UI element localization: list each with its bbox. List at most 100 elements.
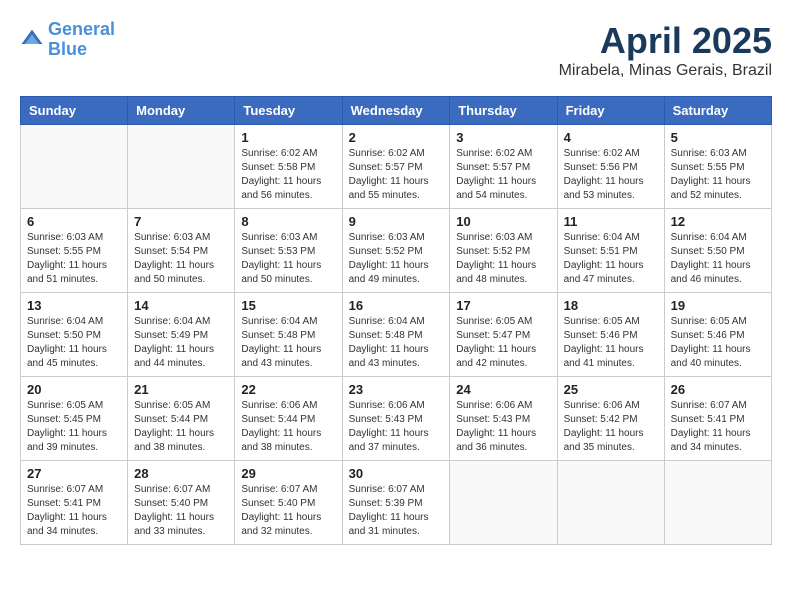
day-number: 15 [241, 298, 335, 313]
calendar: SundayMondayTuesdayWednesdayThursdayFrid… [20, 96, 772, 545]
title-section: April 2025 Mirabela, Minas Gerais, Brazi… [559, 20, 772, 80]
day-number: 2 [349, 130, 444, 145]
calendar-cell: 27 Sunrise: 6:07 AMSunset: 5:41 PMDayligh… [21, 461, 128, 545]
day-detail: Sunrise: 6:03 AMSunset: 5:54 PMDaylight:… [134, 231, 228, 287]
day-number: 17 [456, 298, 550, 313]
day-number: 25 [564, 382, 658, 397]
day-number: 6 [27, 214, 121, 229]
day-detail: Sunrise: 6:04 AMSunset: 5:48 PMDaylight:… [349, 315, 444, 371]
calendar-cell: 18 Sunrise: 6:05 AMSunset: 5:46 PMDayligh… [557, 293, 664, 377]
calendar-cell: 26Sunrise: 6:07 AMSunset: 5:41 PMDayligh… [664, 377, 771, 461]
day-header-monday: Monday [128, 97, 235, 125]
day-detail: Sunrise: 6:02 AMSunset: 5:57 PMDaylight:… [456, 147, 550, 203]
day-detail: Sunrise: 6:07 AMSunset: 5:41 PMDaylight:… [27, 483, 121, 539]
calendar-cell: 2 Sunrise: 6:02 AMSunset: 5:57 PMDaylight… [342, 125, 450, 209]
day-detail: Sunrise: 6:02 AMSunset: 5:57 PMDaylight:… [349, 147, 444, 203]
calendar-week-row: 20 Sunrise: 6:05 AMSunset: 5:45 PMDayligh… [21, 377, 772, 461]
day-detail: Sunrise: 6:04 AMSunset: 5:51 PMDaylight:… [564, 231, 658, 287]
calendar-cell [21, 125, 128, 209]
calendar-cell: 17 Sunrise: 6:05 AMSunset: 5:47 PMDayligh… [450, 293, 557, 377]
calendar-cell: 28 Sunrise: 6:07 AMSunset: 5:40 PMDayligh… [128, 461, 235, 545]
day-detail: Sunrise: 6:03 AMSunset: 5:52 PMDaylight:… [349, 231, 444, 287]
calendar-cell: 6 Sunrise: 6:03 AMSunset: 5:55 PMDaylight… [21, 209, 128, 293]
day-number: 22 [241, 382, 335, 397]
day-detail: Sunrise: 6:05 AMSunset: 5:47 PMDaylight:… [456, 315, 550, 371]
calendar-cell: 19Sunrise: 6:05 AMSunset: 5:46 PMDayligh… [664, 293, 771, 377]
calendar-cell: 20 Sunrise: 6:05 AMSunset: 5:45 PMDayligh… [21, 377, 128, 461]
logo-text: General Blue [48, 20, 115, 60]
day-number: 11 [564, 214, 658, 229]
day-detail: Sunrise: 6:07 AMSunset: 5:40 PMDaylight:… [241, 483, 335, 539]
day-detail: Sunrise: 6:06 AMSunset: 5:42 PMDaylight:… [564, 399, 658, 455]
day-detail: Sunrise: 6:05 AMSunset: 5:46 PMDaylight:… [564, 315, 658, 371]
subtitle: Mirabela, Minas Gerais, Brazil [559, 62, 772, 80]
day-detail: Sunrise: 6:03 AMSunset: 5:55 PMDaylight:… [27, 231, 121, 287]
day-detail: Sunrise: 6:06 AMSunset: 5:44 PMDaylight:… [241, 399, 335, 455]
day-detail: Sunrise: 6:03 AMSunset: 5:55 PMDaylight:… [671, 147, 765, 203]
day-number: 21 [134, 382, 228, 397]
day-detail: Sunrise: 6:04 AMSunset: 5:49 PMDaylight:… [134, 315, 228, 371]
calendar-cell [557, 461, 664, 545]
day-header-tuesday: Tuesday [235, 97, 342, 125]
calendar-cell: 29 Sunrise: 6:07 AMSunset: 5:40 PMDayligh… [235, 461, 342, 545]
calendar-cell [664, 461, 771, 545]
day-detail: Sunrise: 6:07 AMSunset: 5:40 PMDaylight:… [134, 483, 228, 539]
calendar-cell: 3 Sunrise: 6:02 AMSunset: 5:57 PMDaylight… [450, 125, 557, 209]
day-number: 4 [564, 130, 658, 145]
day-detail: Sunrise: 6:05 AMSunset: 5:45 PMDaylight:… [27, 399, 121, 455]
main-title: April 2025 [559, 20, 772, 62]
day-number: 20 [27, 382, 121, 397]
calendar-cell: 15Sunrise: 6:04 AMSunset: 5:48 PMDayligh… [235, 293, 342, 377]
calendar-week-row: 6 Sunrise: 6:03 AMSunset: 5:55 PMDaylight… [21, 209, 772, 293]
calendar-cell: 1Sunrise: 6:02 AMSunset: 5:58 PMDaylight… [235, 125, 342, 209]
day-header-wednesday: Wednesday [342, 97, 450, 125]
calendar-cell: 24 Sunrise: 6:06 AMSunset: 5:43 PMDayligh… [450, 377, 557, 461]
calendar-week-row: 13Sunrise: 6:04 AMSunset: 5:50 PMDayligh… [21, 293, 772, 377]
calendar-cell: 16 Sunrise: 6:04 AMSunset: 5:48 PMDayligh… [342, 293, 450, 377]
calendar-cell: 13Sunrise: 6:04 AMSunset: 5:50 PMDayligh… [21, 293, 128, 377]
calendar-cell: 8Sunrise: 6:03 AMSunset: 5:53 PMDaylight… [235, 209, 342, 293]
day-detail: Sunrise: 6:06 AMSunset: 5:43 PMDaylight:… [349, 399, 444, 455]
calendar-header-row: SundayMondayTuesdayWednesdayThursdayFrid… [21, 97, 772, 125]
day-number: 8 [241, 214, 335, 229]
header: General Blue April 2025 Mirabela, Minas … [20, 20, 772, 80]
day-detail: Sunrise: 6:06 AMSunset: 5:43 PMDaylight:… [456, 399, 550, 455]
day-number: 14 [134, 298, 228, 313]
day-number: 10 [456, 214, 550, 229]
day-detail: Sunrise: 6:04 AMSunset: 5:50 PMDaylight:… [671, 231, 765, 287]
calendar-cell: 12 Sunrise: 6:04 AMSunset: 5:50 PMDayligh… [664, 209, 771, 293]
calendar-cell: 30 Sunrise: 6:07 AMSunset: 5:39 PMDayligh… [342, 461, 450, 545]
day-detail: Sunrise: 6:07 AMSunset: 5:39 PMDaylight:… [349, 483, 444, 539]
calendar-cell: 22 Sunrise: 6:06 AMSunset: 5:44 PMDayligh… [235, 377, 342, 461]
day-number: 9 [349, 214, 444, 229]
day-number: 16 [349, 298, 444, 313]
calendar-cell: 14 Sunrise: 6:04 AMSunset: 5:49 PMDayligh… [128, 293, 235, 377]
day-header-friday: Friday [557, 97, 664, 125]
day-number: 30 [349, 466, 444, 481]
day-number: 7 [134, 214, 228, 229]
calendar-cell: 11 Sunrise: 6:04 AMSunset: 5:51 PMDayligh… [557, 209, 664, 293]
day-number: 24 [456, 382, 550, 397]
day-number: 23 [349, 382, 444, 397]
calendar-cell: 10 Sunrise: 6:03 AMSunset: 5:52 PMDayligh… [450, 209, 557, 293]
day-number: 29 [241, 466, 335, 481]
calendar-cell: 5Sunrise: 6:03 AMSunset: 5:55 PMDaylight… [664, 125, 771, 209]
calendar-cell: 7 Sunrise: 6:03 AMSunset: 5:54 PMDaylight… [128, 209, 235, 293]
day-number: 28 [134, 466, 228, 481]
day-detail: Sunrise: 6:02 AMSunset: 5:56 PMDaylight:… [564, 147, 658, 203]
day-detail: Sunrise: 6:07 AMSunset: 5:41 PMDaylight:… [671, 399, 765, 455]
day-detail: Sunrise: 6:03 AMSunset: 5:52 PMDaylight:… [456, 231, 550, 287]
calendar-cell: 9 Sunrise: 6:03 AMSunset: 5:52 PMDaylight… [342, 209, 450, 293]
day-number: 27 [27, 466, 121, 481]
day-header-sunday: Sunday [21, 97, 128, 125]
day-number: 19 [671, 298, 765, 313]
day-number: 12 [671, 214, 765, 229]
day-number: 18 [564, 298, 658, 313]
day-detail: Sunrise: 6:05 AMSunset: 5:44 PMDaylight:… [134, 399, 228, 455]
day-number: 1 [241, 130, 335, 145]
calendar-week-row: 1Sunrise: 6:02 AMSunset: 5:58 PMDaylight… [21, 125, 772, 209]
day-header-thursday: Thursday [450, 97, 557, 125]
day-number: 3 [456, 130, 550, 145]
day-detail: Sunrise: 6:04 AMSunset: 5:50 PMDaylight:… [27, 315, 121, 371]
calendar-cell: 4 Sunrise: 6:02 AMSunset: 5:56 PMDaylight… [557, 125, 664, 209]
